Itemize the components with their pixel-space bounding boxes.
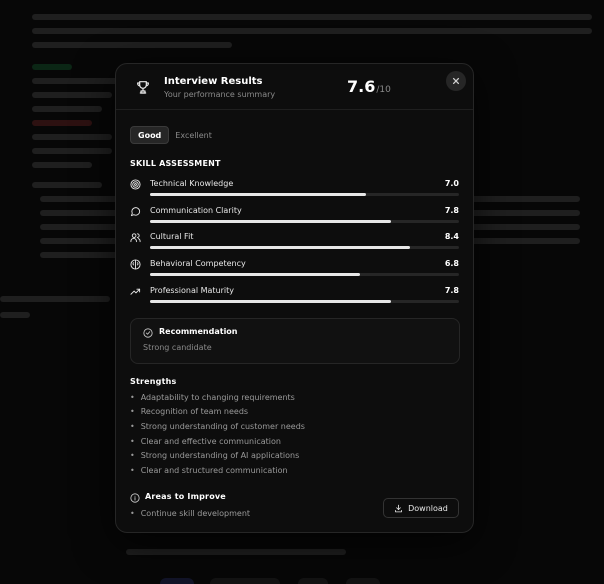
modal-title: Interview Results xyxy=(164,76,263,87)
skill-progress-track xyxy=(150,300,459,303)
strengths-title: Strengths xyxy=(130,377,177,386)
list-item: • Strong understanding of customer needs xyxy=(130,421,305,431)
modal-subtitle: Your performance summary xyxy=(164,90,276,99)
list-item: • Strong understanding of AI applications xyxy=(130,451,300,461)
skill-progress-fill xyxy=(150,273,361,276)
trophy-icon xyxy=(137,81,149,94)
recommendation-text: Strong candidate xyxy=(143,343,212,352)
skill-progress-track xyxy=(150,193,459,196)
recommendation-title: Recommendation xyxy=(159,327,238,336)
skill-name: Cultural Fit xyxy=(150,232,194,241)
overall-score: 7.6/10 xyxy=(347,77,391,96)
list-item: • Clear and effective communication xyxy=(130,436,281,446)
skill-communication-clarity: Communication Clarity 7.8 xyxy=(130,206,460,226)
skill-value: 7.0 xyxy=(444,179,459,188)
info-icon xyxy=(130,493,140,503)
skill-technical-knowledge: Technical Knowledge 7.0 xyxy=(130,179,460,199)
target-icon xyxy=(130,179,141,190)
users-icon xyxy=(130,233,141,243)
download-button[interactable]: Download xyxy=(383,498,459,518)
skill-value: 7.8 xyxy=(444,206,459,215)
score-value: 7.6 xyxy=(347,77,376,96)
tab-good[interactable]: Good xyxy=(130,126,170,144)
interview-results-modal: Interview Results Your performance summa… xyxy=(115,63,474,533)
rating-tabs: Good Excellent xyxy=(130,126,212,144)
skill-value: 6.8 xyxy=(444,259,459,268)
check-circle-icon xyxy=(143,328,153,338)
list-item: • Recognition of team needs xyxy=(130,407,249,417)
recommendation-card: Recommendation Strong candidate xyxy=(130,318,460,364)
skill-professional-maturity: Professional Maturity 7.8 xyxy=(130,286,460,306)
skill-progress-fill xyxy=(150,246,410,249)
areas-to-improve-title: Areas to Improve xyxy=(145,492,226,501)
download-icon xyxy=(395,504,403,512)
skill-name: Professional Maturity xyxy=(150,286,235,295)
chat-bubble-icon xyxy=(130,207,141,217)
skill-progress-track xyxy=(150,220,459,223)
skill-progress-track xyxy=(150,246,459,249)
list-item: • Clear and structured communication xyxy=(130,465,288,475)
skill-value: 7.8 xyxy=(444,286,459,295)
skill-name: Behavioral Competency xyxy=(150,259,246,268)
close-button[interactable] xyxy=(446,71,466,91)
skill-value: 8.4 xyxy=(444,232,459,241)
skill-progress-fill xyxy=(150,193,367,196)
score-denominator: /10 xyxy=(376,85,391,95)
skill-progress-fill xyxy=(150,300,392,303)
tab-excellent[interactable]: Excellent xyxy=(175,131,212,140)
list-item: • Adaptability to changing requirements xyxy=(130,392,295,402)
modal-header: Interview Results Your performance summa… xyxy=(116,64,473,110)
skill-name: Technical Knowledge xyxy=(150,179,234,188)
close-icon xyxy=(452,77,460,85)
download-label: Download xyxy=(408,503,448,513)
skill-assessment-title: SKILL ASSESSMENT xyxy=(130,159,221,168)
improve-list: • Continue skill development xyxy=(130,506,250,521)
skill-progress-fill xyxy=(150,220,392,223)
brain-icon xyxy=(130,259,141,270)
skill-progress-track xyxy=(150,273,459,276)
strengths-list: • Adaptability to changing requirements •… xyxy=(130,390,305,478)
list-item: • Continue skill development xyxy=(130,508,251,518)
trending-up-icon xyxy=(130,288,141,295)
skill-behavioral-competency: Behavioral Competency 6.8 xyxy=(130,259,460,279)
skill-name: Communication Clarity xyxy=(150,206,242,215)
skill-cultural-fit: Cultural Fit 8.4 xyxy=(130,232,460,252)
